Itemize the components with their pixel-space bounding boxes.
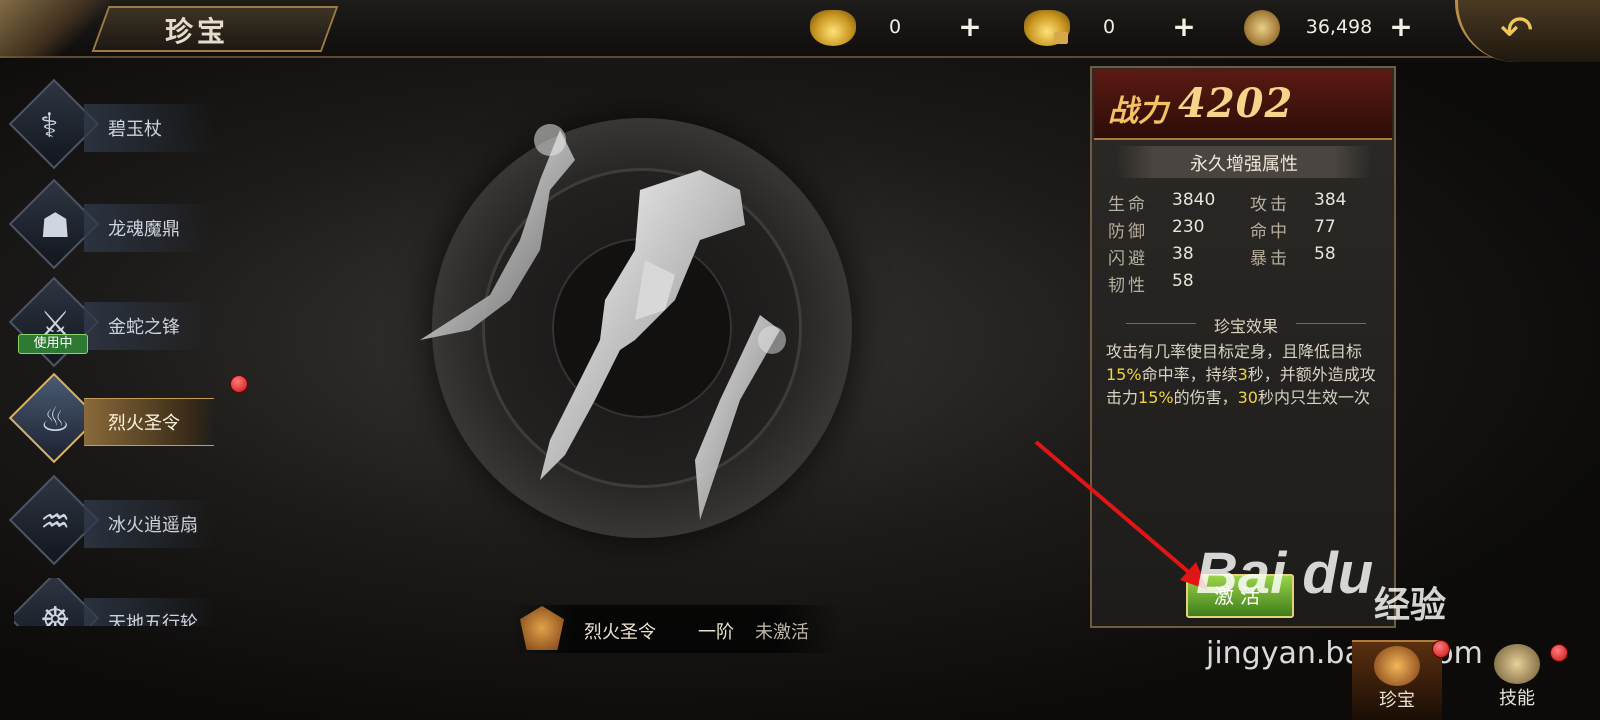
tab-treasure[interactable]: 珍宝: [1352, 640, 1442, 720]
currency-coin: 36,498 +: [1244, 10, 1424, 46]
add-bound-gold-button[interactable]: +: [1169, 10, 1199, 43]
menu-item-snake-blade[interactable]: ⚔ 金蛇之锋 使用中: [8, 276, 234, 372]
jade-staff-icon: ⚕: [40, 106, 59, 146]
attr-name: 攻击: [1250, 195, 1290, 215]
menu-item-flame-token[interactable]: ♨ 烈火圣令: [8, 372, 234, 468]
treasure-status: 未激活: [755, 622, 809, 643]
attr-value: 77: [1314, 217, 1336, 237]
effect-title: 珍宝效果: [1213, 317, 1278, 336]
menu-item-label: 烈火圣令: [108, 413, 180, 434]
attr-value: 3840: [1172, 190, 1216, 210]
attr-value: 38: [1172, 244, 1194, 264]
menu-item-label: 碧玉杖: [108, 119, 162, 140]
attr-value: 58: [1172, 271, 1194, 291]
attr-name: 命中: [1250, 222, 1290, 242]
notification-dot: [1432, 640, 1450, 658]
menu-item-label: 金蛇之锋: [108, 317, 180, 338]
menu-item-cauldron[interactable]: ☗ 龙魂魔鼎: [8, 178, 234, 274]
menu-item-wheel[interactable]: ☸ 天地五行轮: [14, 578, 234, 626]
menu-item-fan[interactable]: ♒ 冰火逍遥扇: [8, 474, 234, 570]
cauldron-icon: ☗: [40, 206, 71, 246]
fan-icon: ♒: [40, 502, 71, 542]
menu-item-jade-staff[interactable]: ⚕ 碧玉杖: [8, 78, 234, 174]
attr-name: 防御: [1108, 222, 1148, 242]
menu-item-label: 龙魂魔鼎: [108, 219, 180, 240]
effect-highlight: 15%: [1106, 365, 1142, 384]
treasure-tab-icon: [1374, 646, 1420, 686]
treasure-name: 烈火圣令: [584, 622, 656, 643]
page-title: 珍宝: [165, 15, 230, 48]
menu-item-label: 冰火逍遥扇: [108, 515, 198, 536]
add-gold-button[interactable]: +: [955, 10, 985, 43]
flame-token-icon: ♨: [40, 400, 71, 440]
attr-name: 暴击: [1250, 249, 1290, 269]
add-coin-button[interactable]: +: [1386, 10, 1416, 43]
attr-name: 生命: [1108, 195, 1148, 215]
currency-gold: 0 +: [810, 10, 995, 46]
wheel-icon: ☸: [40, 600, 71, 626]
effect-highlight: 15%: [1138, 388, 1174, 407]
treasure-model: [420, 124, 786, 520]
effect-description: 攻击有几率使目标定身，且降低目标15%命中率，持续3秒，并额外造成攻击力15%的…: [1106, 340, 1388, 409]
treasure-rank: 一阶: [698, 622, 734, 643]
power-value: 4202: [1178, 80, 1294, 127]
attr-name: 韧性: [1108, 276, 1148, 296]
effect-text-part: 的伤害，: [1173, 388, 1238, 407]
effect-text-part: 命中率，持续: [1141, 365, 1238, 384]
currency-bound-gold: 0 +: [1024, 10, 1209, 46]
in-use-badge: 使用中: [18, 334, 88, 354]
menu-item-label: 天地五行轮: [108, 613, 198, 626]
back-arrow-icon[interactable]: ↶: [1500, 8, 1534, 54]
jingyan-watermark: 经验: [1374, 585, 1447, 626]
notification-dot: [1550, 644, 1568, 662]
attr-value: 58: [1314, 244, 1336, 264]
tab-label: 珍宝: [1379, 690, 1415, 711]
attr-value: 230: [1172, 217, 1205, 237]
notification-dot: [230, 375, 248, 393]
effect-text-part: 秒内只生效一次: [1257, 388, 1370, 407]
tab-skills[interactable]: 技能: [1472, 640, 1562, 720]
tab-label: 技能: [1499, 688, 1535, 709]
attr-value: 384: [1314, 190, 1347, 210]
annotation-arrow: [1034, 440, 1208, 590]
effect-highlight: 30: [1237, 388, 1258, 407]
copper-coin-icon: [1244, 10, 1280, 46]
effect-text-part: 攻击有几率使目标定身，且降低目标: [1106, 342, 1363, 361]
skills-tab-icon: [1494, 644, 1540, 684]
attr-header: 永久增强属性: [1190, 154, 1298, 175]
attr-name: 闪避: [1108, 249, 1148, 269]
effect-highlight: 3: [1237, 365, 1248, 384]
bound-gold-value: 0: [1102, 16, 1116, 38]
coin-value: 36,498: [1305, 16, 1373, 38]
baidu-watermark-logo: Bai du: [1196, 541, 1374, 606]
gold-value: 0: [888, 16, 902, 38]
power-label: 战力: [1108, 94, 1168, 129]
